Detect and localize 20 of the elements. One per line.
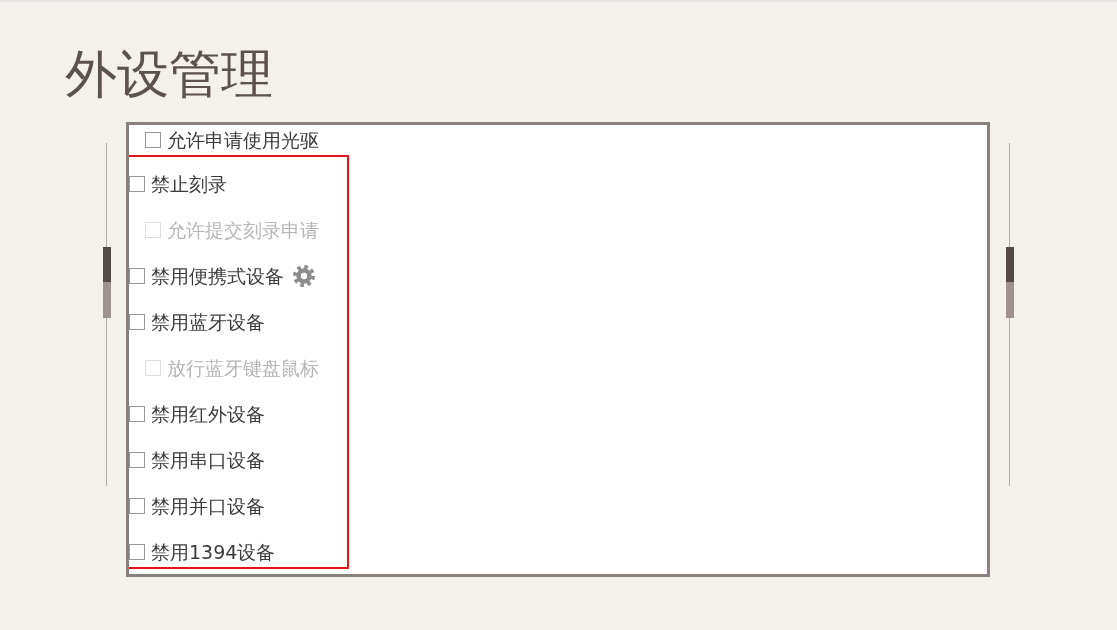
- checkbox-label: 禁用便携式设备: [151, 264, 284, 288]
- checkbox-label: 禁止刻录: [151, 172, 227, 196]
- checkbox[interactable]: [129, 498, 145, 514]
- checkbox[interactable]: [129, 406, 145, 422]
- checkbox-label: 禁用红外设备: [151, 402, 265, 426]
- checkbox-label: 禁用1394设备: [151, 540, 276, 564]
- checkbox[interactable]: [129, 544, 145, 560]
- checkbox[interactable]: [129, 452, 145, 468]
- checkbox-label: 禁用串口设备: [151, 448, 265, 472]
- checkbox-label: 允许提交刻录申请: [167, 218, 319, 242]
- checkbox-label: 允许申请使用光驱: [167, 128, 319, 152]
- slide-title: 外设管理: [65, 46, 273, 103]
- checkbox[interactable]: [129, 314, 145, 330]
- checkbox[interactable]: [129, 268, 145, 284]
- checkbox-label: 禁用蓝牙设备: [151, 310, 265, 334]
- checkbox[interactable]: [129, 176, 145, 192]
- checkbox-label: 放行蓝牙键盘鼠标: [167, 356, 319, 380]
- checkbox[interactable]: [145, 132, 161, 148]
- gear-icon[interactable]: [293, 265, 315, 287]
- checkbox-label: 禁用并口设备: [151, 494, 265, 518]
